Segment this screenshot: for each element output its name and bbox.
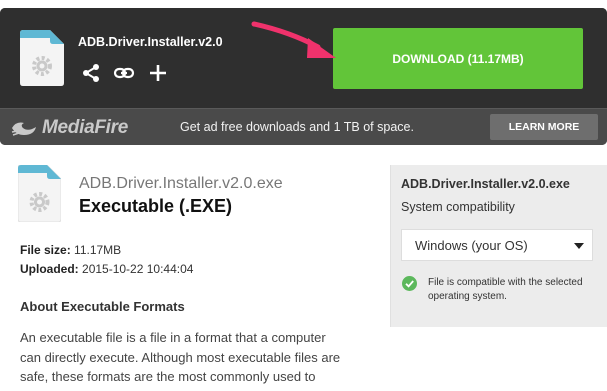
file-title: ADB.Driver.Installer.v2.0.exe xyxy=(79,175,283,192)
download-card-header: ADB.Driver.Installer.v2.0 DOWNLOAD (11.1… xyxy=(0,8,607,108)
file-type: Executable (.EXE) xyxy=(79,196,233,216)
file-size-value: 11.17MB xyxy=(74,243,122,257)
mediafire-flame-icon xyxy=(11,122,36,136)
compat-label: System compatibility xyxy=(401,200,515,214)
download-button[interactable]: DOWNLOAD (11.17MB) xyxy=(333,28,583,89)
uploaded-label: Uploaded: xyxy=(20,262,79,276)
file-size-row: File size: 11.17MB xyxy=(20,243,121,257)
compat-filename: ADB.Driver.Installer.v2.0.exe xyxy=(401,177,570,191)
about-heading: About Executable Formats xyxy=(20,299,185,314)
mediafire-logo[interactable]: MediaFire xyxy=(10,117,128,139)
file-size-label: File size: xyxy=(20,243,71,257)
promo-text: Get ad free downloads and 1 TB of space. xyxy=(180,120,414,134)
promo-banner: MediaFire Get ad free downloads and 1 TB… xyxy=(0,108,607,145)
os-select-value: Windows (your OS) xyxy=(415,238,528,253)
learn-more-button[interactable]: LEARN MORE xyxy=(490,114,598,140)
logo-text: MediaFire xyxy=(42,117,128,138)
uploaded-value: 2015-10-22 10:44:04 xyxy=(82,262,194,276)
caret-down-icon xyxy=(574,243,584,249)
file-icon xyxy=(20,30,64,86)
uploaded-row: Uploaded: 2015-10-22 10:44:04 xyxy=(20,262,193,276)
download-card: ADB.Driver.Installer.v2.0 DOWNLOAD (11.1… xyxy=(0,8,607,145)
compatibility-panel: ADB.Driver.Installer.v2.0.exe System com… xyxy=(390,165,607,327)
compat-message: File is compatible with the selected ope… xyxy=(428,277,583,302)
share-icon[interactable] xyxy=(80,62,102,84)
about-body: An executable file is a file in a format… xyxy=(20,330,341,391)
check-circle-icon xyxy=(402,276,417,291)
link-icon[interactable] xyxy=(113,62,135,84)
card-filename: ADB.Driver.Installer.v2.0 xyxy=(78,35,223,49)
pink-arrow-annotation xyxy=(251,21,336,58)
add-icon[interactable] xyxy=(147,62,169,84)
os-select[interactable]: Windows (your OS) xyxy=(401,229,593,261)
file-type-icon xyxy=(18,165,61,222)
